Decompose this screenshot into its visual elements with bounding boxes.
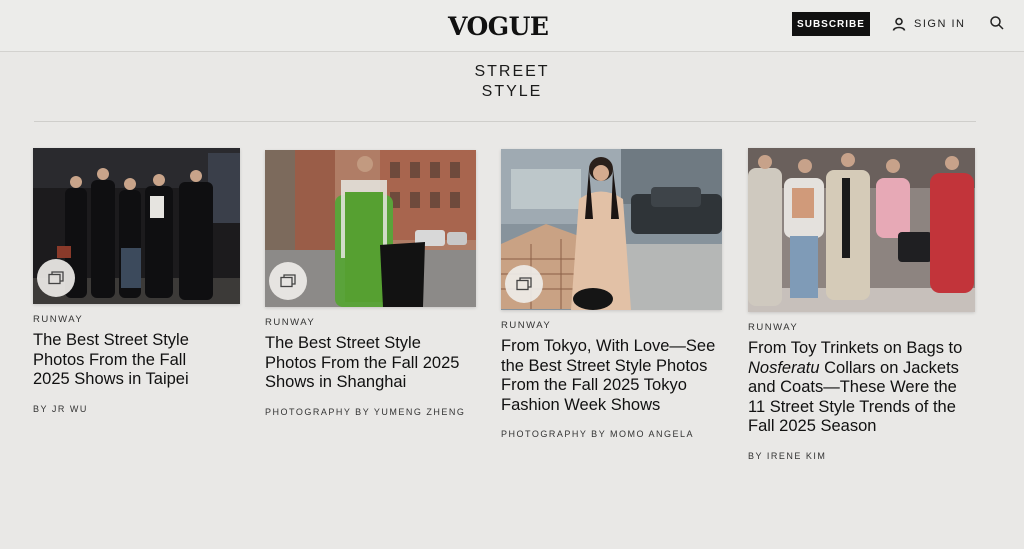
subscribe-button[interactable]: SUBSCRIBE	[792, 12, 870, 36]
article-card[interactable]: RUNWAY From Tokyo, With Love—See the Bes…	[501, 149, 722, 439]
headline-part: From Toy Trinkets on Bags to	[748, 339, 963, 357]
section-title-line2: STYLE	[481, 83, 543, 100]
article-card[interactable]: RUNWAY The Best Street Style Photos From…	[33, 148, 241, 414]
headline-italic: Nosferatu	[748, 358, 820, 377]
street-style-photo	[748, 148, 975, 312]
article-photo[interactable]	[265, 150, 476, 307]
gallery-icon	[280, 274, 296, 288]
article-photo[interactable]	[33, 148, 240, 304]
gallery-button[interactable]	[37, 259, 75, 297]
section-title[interactable]: STREET STYLE	[0, 62, 1024, 102]
article-byline: PHOTOGRAPHY BY YUMENG ZHENG	[265, 406, 466, 417]
article-kicker[interactable]: RUNWAY	[265, 317, 477, 328]
sign-in-button[interactable]: SIGN IN	[892, 14, 965, 34]
gallery-button[interactable]	[269, 262, 307, 300]
search-icon[interactable]	[989, 15, 1005, 31]
article-kicker[interactable]: RUNWAY	[33, 314, 241, 325]
article-kicker[interactable]: RUNWAY	[748, 322, 976, 333]
gallery-icon	[516, 277, 532, 291]
article-kicker[interactable]: RUNWAY	[501, 320, 722, 331]
top-navigation: VOGUE SUBSCRIBE SIGN IN	[0, 0, 1024, 52]
section-title-line1: STREET	[474, 63, 550, 80]
article-card[interactable]: RUNWAY The Best Street Style Photos From…	[265, 150, 477, 417]
article-byline: BY IRENE KIM	[748, 450, 827, 461]
vogue-logo[interactable]: VOGUE	[448, 12, 549, 41]
gallery-icon	[48, 271, 64, 285]
article-headline[interactable]: The Best Street Style Photos From the Fa…	[265, 334, 471, 393]
article-card[interactable]: RUNWAY From Toy Trinkets on Bags to Nosf…	[748, 148, 976, 461]
article-headline[interactable]: The Best Street Style Photos From the Fa…	[33, 331, 213, 390]
article-photo[interactable]	[748, 148, 975, 312]
article-byline: BY JR WU	[33, 403, 88, 414]
article-byline: PHOTOGRAPHY BY MOMO ANGELA	[501, 429, 695, 439]
article-headline[interactable]: From Tokyo, With Love—See the Best Stree…	[501, 337, 722, 415]
user-icon	[892, 17, 906, 31]
article-photo[interactable]	[501, 149, 722, 310]
section-divider	[34, 121, 976, 122]
article-headline[interactable]: From Toy Trinkets on Bags to Nosferatu C…	[748, 339, 976, 437]
gallery-button[interactable]	[505, 265, 543, 303]
sign-in-label: SIGN IN	[914, 18, 966, 30]
